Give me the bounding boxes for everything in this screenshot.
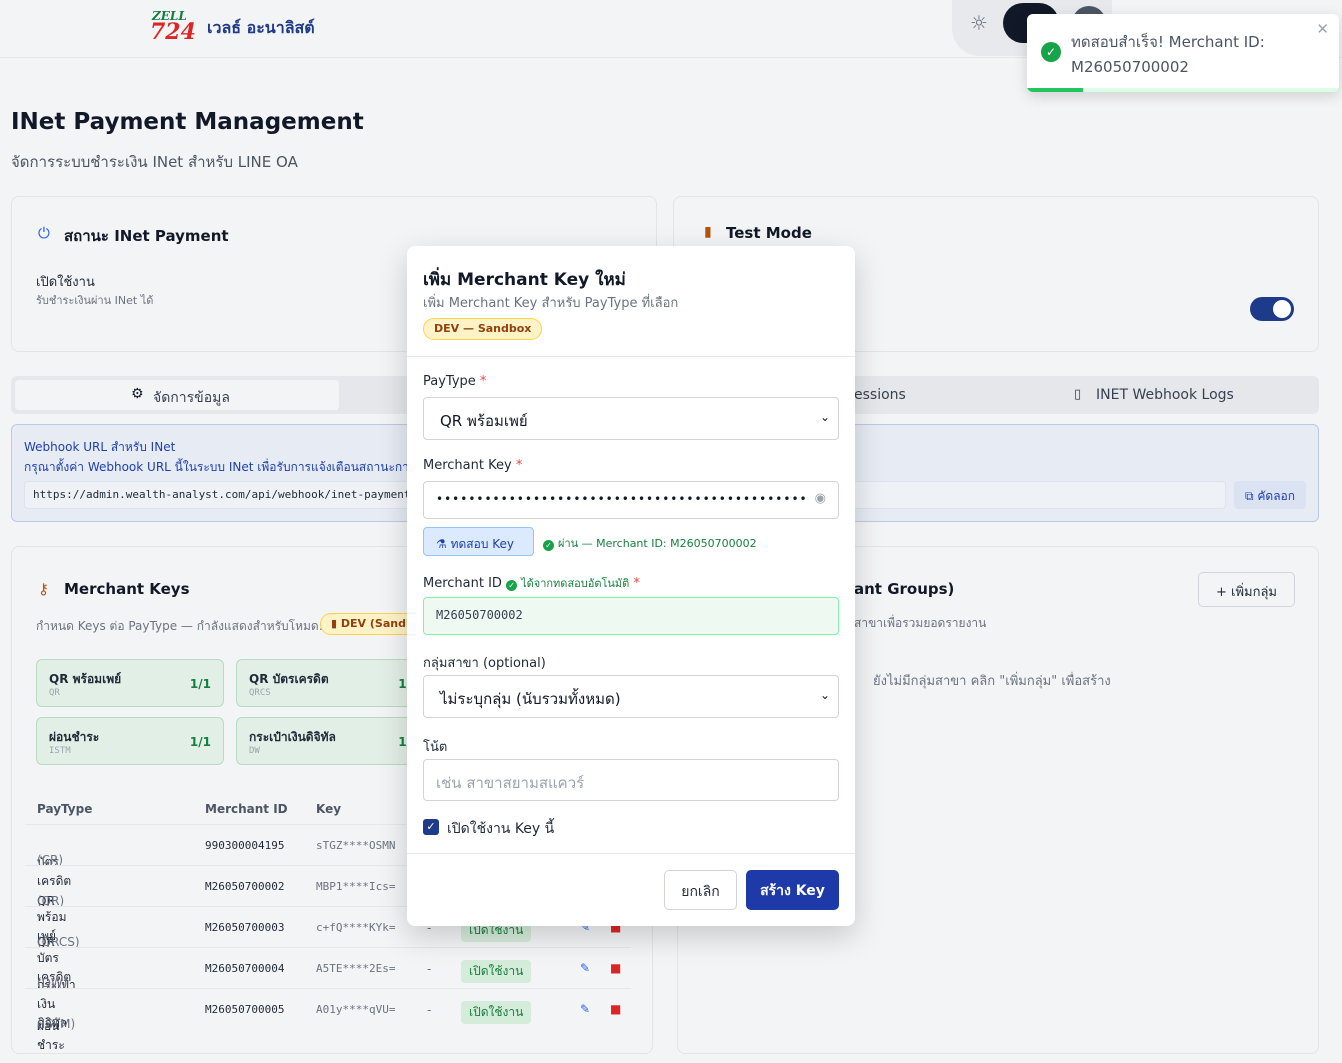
cancel-button[interactable]: ยกเลิก	[664, 870, 737, 910]
modal-title: เพิ่ม Merchant Key ใหม่	[423, 270, 626, 290]
note-input[interactable]: เช่น สาขาสยามสแควร์	[423, 759, 839, 801]
divider	[407, 356, 855, 357]
group-label: กลุ่มสาขา (optional)	[423, 656, 546, 671]
test-result-text: ผ่าน — Merchant ID: M26050700002	[558, 537, 757, 550]
enable-key-label: เปิดใช้งาน Key นี้	[447, 821, 555, 837]
auto-filled-note: ✓ ได้จากทดสอบอัตโนมัติ	[506, 577, 630, 591]
eye-icon[interactable]: ◉	[815, 491, 826, 506]
test-key-label: ทดสอบ Key	[450, 537, 515, 551]
flask-icon: ⚗	[436, 537, 447, 551]
check-circle-icon: ✓	[1041, 42, 1061, 62]
merchant-key-label-text: Merchant Key	[423, 458, 512, 473]
paytype-label-text: PayType	[423, 374, 476, 389]
required-marker: *	[479, 374, 487, 389]
merchant-key-value: ••••••••••••••••••••••••••••••••••••••••…	[436, 492, 808, 506]
note-label: โน้ต	[423, 740, 448, 755]
merchant-id-label-text: Merchant ID	[423, 576, 502, 591]
toast-progress-track	[1027, 88, 1339, 92]
modal-subtitle: เพิ่ม Merchant Key สำหรับ PayType ที่เลื…	[423, 296, 679, 311]
merchant-key-label: Merchant Key *	[423, 458, 522, 473]
create-key-button[interactable]: สร้าง Key	[746, 870, 839, 910]
merchant-key-input[interactable]: ••••••••••••••••••••••••••••••••••••••••…	[423, 481, 839, 519]
divider	[407, 853, 855, 854]
test-result: ✓ ผ่าน — Merchant ID: M26050700002	[543, 534, 757, 552]
check-circle-icon: ✓	[506, 580, 518, 591]
close-icon[interactable]: ✕	[1316, 20, 1329, 38]
merchant-id-label: Merchant ID ✓ ได้จากทดสอบอัตโนมัติ *	[423, 574, 640, 592]
env-badge: DEV — Sandbox	[423, 318, 543, 340]
chevron-down-icon: ⌄	[819, 688, 830, 702]
group-selected: ไม่ระบุกลุ่ม (นับรวมทั้งหมด)	[440, 690, 621, 708]
check-circle-icon: ✓	[543, 540, 554, 551]
success-toast: ✓ ทดสอบสำเร็จ! Merchant ID: M26050700002…	[1027, 14, 1339, 92]
paytype-selected: QR พร้อมเพย์	[440, 412, 528, 430]
test-key-button[interactable]: ⚗ ทดสอบ Key	[423, 527, 534, 556]
merchant-id-input[interactable]: M26050700002	[423, 597, 839, 635]
required-marker: *	[515, 458, 523, 473]
toast-message: ทดสอบสำเร็จ! Merchant ID: M26050700002	[1071, 33, 1265, 76]
required-marker: *	[633, 576, 640, 591]
paytype-select[interactable]: QR พร้อมเพย์ ⌄	[423, 397, 839, 440]
group-select[interactable]: ไม่ระบุกลุ่ม (นับรวมทั้งหมด) ⌄	[423, 675, 839, 718]
toast-progress-fill	[1027, 88, 1084, 92]
add-merchant-key-modal: เพิ่ม Merchant Key ใหม่ เพิ่ม Merchant K…	[407, 246, 855, 926]
paytype-label: PayType *	[423, 374, 486, 389]
enable-key-checkbox[interactable]: ✓	[423, 819, 439, 835]
chevron-down-icon: ⌄	[819, 410, 830, 424]
auto-filled-text: ได้จากทดสอบอัตโนมัติ	[521, 577, 630, 590]
